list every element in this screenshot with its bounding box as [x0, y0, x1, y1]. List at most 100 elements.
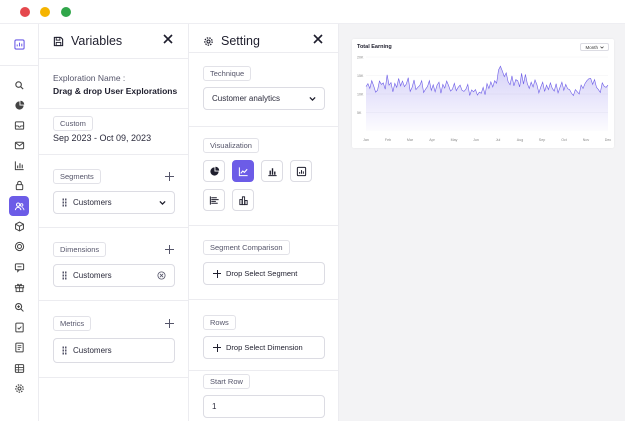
setting-title: Setting [221, 34, 260, 48]
range-chip[interactable]: Custom [53, 116, 93, 131]
close-window-dot[interactable] [20, 7, 30, 17]
start-row-value: 1 [212, 402, 217, 411]
gear-icon [204, 36, 213, 46]
drop-segment-button[interactable]: Drop Select Segment [203, 262, 325, 285]
chevron-down-icon[interactable] [309, 96, 316, 102]
variables-panel: Variables Exploration Name : Drag & drop… [39, 24, 189, 421]
y-tick-label: 15K [357, 74, 364, 78]
drag-handle-icon[interactable] [62, 346, 67, 355]
search-icon[interactable] [9, 75, 29, 95]
horizontal-bar-icon[interactable] [203, 189, 225, 211]
save-icon [53, 36, 64, 46]
icon-sidebar [0, 24, 39, 421]
drag-handle-icon[interactable] [62, 271, 67, 280]
x-tick-label: Jul [496, 138, 501, 142]
plus-icon [213, 343, 221, 352]
section-divider [39, 300, 188, 301]
metric-item-label: Customers [73, 346, 112, 355]
date-range[interactable]: Sep 2023 - Oct 09, 2023 [53, 133, 151, 143]
start-row-label: Start Row [203, 374, 250, 389]
maximize-window-dot[interactable] [61, 7, 71, 17]
dimensions-label: Dimensions [53, 242, 107, 257]
x-tick-label: Dec [605, 138, 612, 142]
dashboard-icon[interactable] [9, 34, 29, 54]
gift-icon[interactable] [9, 277, 29, 297]
start-row-input[interactable]: 1 [203, 395, 325, 418]
y-tick-label: 20K [357, 56, 364, 60]
bar-chart-icon[interactable] [261, 160, 283, 182]
plus-icon [213, 269, 221, 278]
x-tick-label: Sep [539, 138, 545, 142]
add-dimension-icon[interactable] [165, 245, 174, 254]
section-divider [189, 370, 338, 371]
document-check-icon[interactable] [9, 317, 29, 337]
bar-chart-icon[interactable] [9, 155, 29, 175]
report-canvas: Total Earning Month 20K 15K 10K 5K Jan Feb Mar… [339, 24, 625, 421]
segment-item-label: Customers [73, 198, 112, 207]
earning-chart: 20K 15K 10K 5K Jan Feb Mar Apr May Jun Jul Aug Sep Oc… [357, 56, 612, 143]
target-icon[interactable] [9, 236, 29, 256]
metric-item[interactable]: Customers [53, 338, 175, 363]
drop-dimension-label: Drop Select Dimension [226, 343, 303, 352]
dimension-item[interactable]: Customers [53, 264, 175, 287]
y-tick-label: 10K [357, 93, 364, 97]
section-divider [39, 108, 188, 109]
add-segment-icon[interactable] [165, 172, 174, 181]
header-divider [189, 52, 338, 53]
column-chart-icon[interactable] [232, 189, 254, 211]
lock-icon[interactable] [9, 175, 29, 195]
variables-header: Variables [53, 32, 174, 50]
line-chart-icon[interactable] [232, 160, 254, 182]
x-tick-label: Oct [561, 138, 567, 142]
pie-icon[interactable] [9, 95, 29, 115]
metrics-label: Metrics [53, 316, 92, 331]
minimize-window-dot[interactable] [40, 7, 50, 17]
section-divider [39, 377, 188, 378]
inbox-icon[interactable] [9, 115, 29, 135]
technique-value: Customer analytics [212, 94, 281, 103]
section-divider [39, 227, 188, 228]
file-icon[interactable] [9, 337, 29, 357]
setting-panel: Setting Technique Customer analytics Vis… [189, 24, 339, 421]
y-tick-label: 5K [357, 111, 362, 115]
close-icon[interactable] [312, 33, 324, 45]
image-chart-icon[interactable] [290, 160, 312, 182]
window-titlebar [0, 0, 625, 24]
header-divider [39, 58, 188, 59]
users-icon[interactable] [9, 196, 29, 216]
rail-divider [0, 65, 38, 66]
exploration-name-label: Exploration Name : [53, 73, 126, 83]
gear-icon[interactable] [9, 378, 29, 398]
total-earning-card: Total Earning Month 20K 15K 10K 5K Jan Feb Mar… [352, 39, 614, 148]
drag-handle-icon[interactable] [62, 198, 67, 207]
x-tick-label: Jun [473, 138, 479, 142]
segment-item[interactable]: Customers [53, 191, 175, 214]
message-icon[interactable] [9, 257, 29, 277]
box-icon[interactable] [9, 216, 29, 236]
add-metric-icon[interactable] [165, 319, 174, 328]
visualization-label: Visualization [203, 138, 259, 153]
technique-label: Technique [203, 66, 252, 81]
x-tick-label: May [451, 138, 458, 142]
drop-dimension-button[interactable]: Drop Select Dimension [203, 336, 325, 359]
x-tick-label: Nov [583, 138, 590, 142]
technique-select[interactable]: Customer analytics [203, 87, 325, 110]
x-tick-label: Jan [363, 138, 369, 142]
segments-label: Segments [53, 169, 101, 184]
earning-area [366, 66, 608, 131]
mail-icon[interactable] [9, 135, 29, 155]
x-tick-label: Mar [407, 138, 414, 142]
exploration-name: Drag & drop User Explorations [53, 86, 178, 96]
pie-chart-icon[interactable] [203, 160, 225, 182]
close-icon[interactable] [162, 33, 174, 45]
table-icon[interactable] [9, 358, 29, 378]
section-divider [189, 225, 338, 226]
section-divider [39, 154, 188, 155]
dimension-item-label: Customers [73, 271, 112, 280]
zoom-icon[interactable] [9, 297, 29, 317]
chevron-down-icon[interactable] [159, 200, 166, 206]
x-tick-label: Aug [517, 138, 523, 142]
remove-icon[interactable] [157, 271, 166, 280]
x-tick-label: Feb [385, 138, 391, 142]
section-divider [189, 126, 338, 127]
